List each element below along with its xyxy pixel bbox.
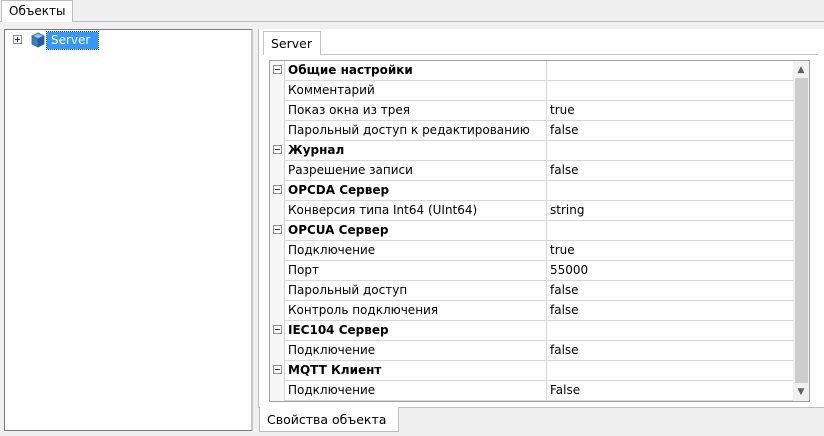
property-value[interactable]: true bbox=[550, 103, 575, 117]
minus-box-icon[interactable] bbox=[273, 365, 282, 374]
plus-box-icon[interactable] bbox=[13, 35, 22, 44]
property-name: Порт bbox=[285, 261, 547, 280]
tree-node-server[interactable]: Server bbox=[46, 31, 99, 50]
minus-box-icon[interactable] bbox=[273, 145, 282, 154]
property-row[interactable]: Разрешение записи false bbox=[285, 161, 793, 181]
property-name: Подключение bbox=[285, 381, 547, 400]
tab-objects[interactable]: Объекты bbox=[1, 0, 73, 22]
property-name: Комментарий bbox=[285, 81, 547, 100]
property-name: Разрешение записи bbox=[285, 161, 547, 180]
property-name: Конверсия типа Int64 (UInt64) bbox=[285, 201, 547, 220]
category-name: MQTT Клиент bbox=[285, 361, 547, 380]
property-name: Показ окна из трея bbox=[285, 101, 547, 120]
tab-object-properties[interactable]: Свойства объекта bbox=[259, 407, 399, 432]
property-name: Контроль подключения bbox=[285, 301, 547, 320]
property-row[interactable]: Парольный доступ к редактированию false bbox=[285, 121, 793, 141]
property-value[interactable]: False bbox=[550, 383, 580, 397]
property-row[interactable]: Комментарий bbox=[285, 81, 793, 101]
tabstrip-line bbox=[0, 21, 824, 22]
property-value[interactable]: false bbox=[550, 303, 579, 317]
tree-node-label: Server bbox=[51, 33, 91, 47]
arrow-up-icon[interactable]: ▲ bbox=[793, 62, 809, 78]
property-category-row[interactable]: Общие настройки bbox=[285, 61, 793, 81]
object-tree[interactable] bbox=[4, 29, 253, 431]
property-row[interactable]: Парольный доступ false bbox=[285, 281, 793, 301]
property-row[interactable]: Порт 55000 bbox=[285, 261, 793, 281]
property-category-row[interactable]: IEC104 Сервер bbox=[285, 321, 793, 341]
tab-object-properties-label: Свойства объекта bbox=[267, 412, 387, 427]
property-category-row[interactable]: MQTT Клиент bbox=[285, 361, 793, 381]
category-name: IEC104 Сервер bbox=[285, 321, 547, 340]
category-name: OPCUA Сервер bbox=[285, 221, 547, 240]
property-row[interactable]: Подключение true bbox=[285, 241, 793, 261]
property-name: Парольный доступ к редактированию bbox=[285, 121, 547, 140]
property-row[interactable]: Подключение False bbox=[285, 381, 793, 401]
property-category-row[interactable]: OPCDA Сервер bbox=[285, 181, 793, 201]
property-row[interactable]: Подключение false bbox=[285, 341, 793, 361]
tab-objects-label: Объекты bbox=[9, 4, 66, 18]
property-value[interactable]: true bbox=[550, 243, 575, 257]
property-name: Подключение bbox=[285, 341, 547, 360]
server-cube-icon bbox=[31, 32, 45, 48]
property-row[interactable]: Показ окна из трея true bbox=[285, 101, 793, 121]
minus-box-icon[interactable] bbox=[273, 65, 282, 74]
minus-box-icon[interactable] bbox=[273, 325, 282, 334]
category-name: OPCDA Сервер bbox=[285, 181, 547, 200]
category-name: Журнал bbox=[285, 141, 547, 160]
property-value[interactable]: false bbox=[550, 123, 579, 137]
property-value[interactable]: string bbox=[550, 203, 584, 217]
property-category-row[interactable]: OPCUA Сервер bbox=[285, 221, 793, 241]
property-value[interactable]: false bbox=[550, 163, 579, 177]
tab-server[interactable]: Server bbox=[263, 31, 321, 55]
arrow-down-icon[interactable]: ▼ bbox=[793, 384, 809, 400]
tab-server-label: Server bbox=[271, 36, 312, 51]
minus-box-icon[interactable] bbox=[273, 185, 282, 194]
property-row[interactable]: Контроль подключения false bbox=[285, 301, 793, 321]
property-category-row[interactable]: Журнал bbox=[285, 141, 793, 161]
property-value[interactable]: 55000 bbox=[550, 263, 588, 277]
category-name: Общие настройки bbox=[285, 61, 547, 80]
property-name: Подключение bbox=[285, 241, 547, 260]
scrollbar-thumb[interactable] bbox=[795, 78, 808, 383]
property-value[interactable]: false bbox=[550, 343, 579, 357]
property-value[interactable]: false bbox=[550, 283, 579, 297]
property-name: Парольный доступ bbox=[285, 281, 547, 300]
property-row[interactable]: Конверсия типа Int64 (UInt64) string bbox=[285, 201, 793, 221]
server-tabstrip-line bbox=[320, 54, 818, 55]
minus-box-icon[interactable] bbox=[273, 225, 282, 234]
